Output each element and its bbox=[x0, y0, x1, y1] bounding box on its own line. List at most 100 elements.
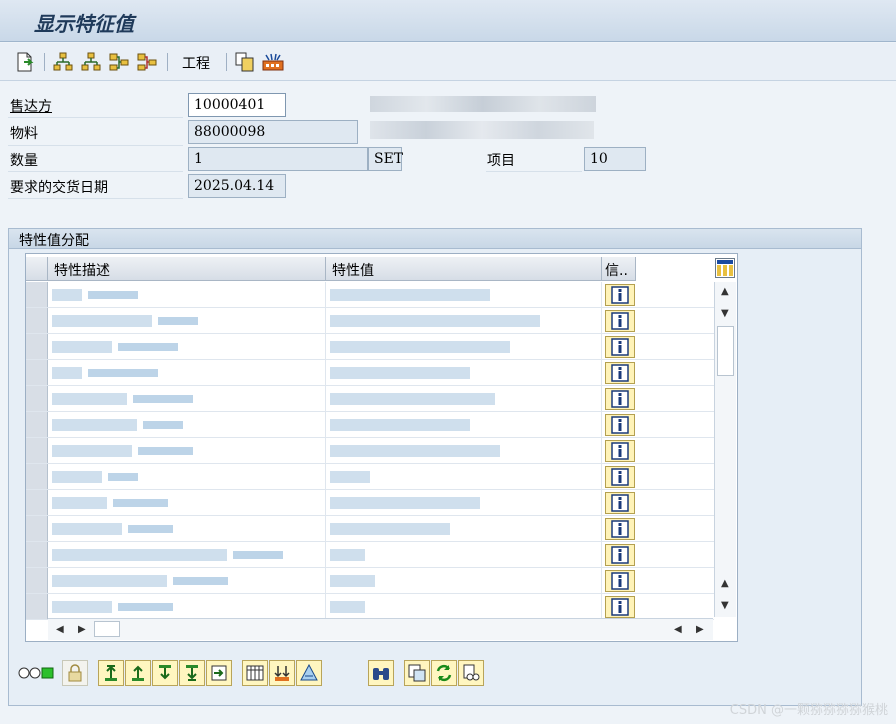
item-field: 10 bbox=[584, 147, 646, 171]
select-all-column[interactable] bbox=[26, 257, 48, 281]
scroll-down-icon[interactable]: ▼ bbox=[721, 308, 729, 319]
select-all-icon[interactable] bbox=[242, 660, 268, 686]
refresh-icon[interactable] bbox=[431, 660, 457, 686]
scroll-thumb[interactable] bbox=[717, 326, 734, 376]
row-selector[interactable] bbox=[26, 308, 48, 333]
column-header-info[interactable]: 信.. bbox=[602, 257, 636, 281]
characteristic-description-cell bbox=[48, 516, 326, 541]
info-icon[interactable] bbox=[605, 388, 635, 410]
scroll-up-icon[interactable]: ▲ bbox=[721, 286, 729, 297]
vertical-scrollbar[interactable]: ▲ ▼ ▲ ▼ bbox=[714, 282, 736, 617]
row-selector[interactable] bbox=[26, 386, 48, 411]
characteristic-description-cell bbox=[48, 412, 326, 437]
table-row[interactable] bbox=[26, 464, 714, 490]
scroll-right-end-icon[interactable]: ▶ bbox=[696, 624, 704, 635]
info-icon[interactable] bbox=[605, 596, 635, 618]
row-selector[interactable] bbox=[26, 594, 48, 619]
row-selector[interactable] bbox=[26, 568, 48, 593]
document-export-icon[interactable] bbox=[14, 51, 36, 73]
info-icon[interactable] bbox=[605, 284, 635, 306]
print-preview-icon[interactable] bbox=[458, 660, 484, 686]
characteristic-value-cell bbox=[326, 334, 602, 359]
characteristic-value-cell bbox=[326, 594, 602, 619]
table-row[interactable] bbox=[26, 542, 714, 568]
sold-to-field[interactable]: 10000401 bbox=[188, 93, 286, 117]
table-header: 特性描述 特性值 信.. bbox=[26, 257, 714, 281]
column-settings-icon[interactable] bbox=[715, 258, 735, 278]
table-row[interactable] bbox=[26, 308, 714, 334]
characteristic-description-cell bbox=[48, 594, 326, 619]
copy-icon[interactable] bbox=[234, 51, 256, 73]
column-header-value[interactable]: 特性值 bbox=[326, 257, 602, 281]
quantity-field: 1 bbox=[188, 147, 368, 171]
info-icon[interactable] bbox=[605, 466, 635, 488]
move-bottom-icon[interactable] bbox=[179, 660, 205, 686]
filter-icon[interactable] bbox=[296, 660, 322, 686]
sort-icon[interactable] bbox=[269, 660, 295, 686]
row-selector[interactable] bbox=[26, 516, 48, 541]
table-row[interactable] bbox=[26, 594, 714, 620]
info-icon[interactable] bbox=[605, 414, 635, 436]
row-selector[interactable] bbox=[26, 334, 48, 359]
table-row[interactable] bbox=[26, 386, 714, 412]
engineering-button[interactable]: 工程 bbox=[182, 53, 210, 73]
table-row[interactable] bbox=[26, 334, 714, 360]
table-row[interactable] bbox=[26, 516, 714, 542]
watermark: CSDN @一颗猕猕猕猕猴桃 bbox=[729, 703, 888, 718]
row-selector[interactable] bbox=[26, 490, 48, 515]
scroll-left-icon[interactable]: ◀ bbox=[56, 624, 64, 635]
characteristic-value-cell bbox=[326, 542, 602, 567]
lock-icon[interactable] bbox=[62, 660, 88, 686]
table-row[interactable] bbox=[26, 360, 714, 386]
row-selector[interactable] bbox=[26, 438, 48, 463]
scroll-left-end-icon[interactable]: ◀ bbox=[674, 624, 682, 635]
move-down-icon[interactable] bbox=[152, 660, 178, 686]
scroll-right-icon[interactable]: ▶ bbox=[78, 624, 86, 635]
find-icon[interactable] bbox=[368, 660, 394, 686]
info-icon[interactable] bbox=[605, 570, 635, 592]
info-icon[interactable] bbox=[605, 362, 635, 384]
table-row[interactable] bbox=[26, 412, 714, 438]
info-icon[interactable] bbox=[605, 310, 635, 332]
characteristic-description-cell bbox=[48, 568, 326, 593]
row-selector[interactable] bbox=[26, 282, 48, 307]
info-icon[interactable] bbox=[605, 544, 635, 566]
characteristic-description-cell bbox=[48, 542, 326, 567]
characteristic-value-cell bbox=[326, 308, 602, 333]
page-up-icon[interactable]: ▲ bbox=[721, 578, 729, 589]
characteristic-description-cell bbox=[48, 438, 326, 463]
info-icon[interactable] bbox=[605, 336, 635, 358]
quantity-label: 数量 bbox=[10, 153, 38, 169]
row-selector[interactable] bbox=[26, 542, 48, 567]
move-up-icon[interactable] bbox=[125, 660, 151, 686]
delivery-date-label: 要求的交货日期 bbox=[10, 180, 108, 196]
table-row[interactable] bbox=[26, 568, 714, 594]
table-row[interactable] bbox=[26, 438, 714, 464]
row-selector[interactable] bbox=[26, 464, 48, 489]
info-icon[interactable] bbox=[605, 440, 635, 462]
hscroll-thumb[interactable] bbox=[94, 621, 120, 637]
page-down-icon[interactable]: ▼ bbox=[721, 600, 729, 611]
row-selector[interactable] bbox=[26, 360, 48, 385]
structure-expand-icon[interactable] bbox=[108, 51, 130, 73]
move-to-position-icon[interactable] bbox=[206, 660, 232, 686]
details-icon[interactable] bbox=[404, 660, 430, 686]
info-icon[interactable] bbox=[605, 518, 635, 540]
hierarchy-icon-1[interactable] bbox=[52, 51, 74, 73]
row-selector[interactable] bbox=[26, 412, 48, 437]
configuration-icon[interactable] bbox=[262, 51, 284, 73]
column-header-description[interactable]: 特性描述 bbox=[48, 257, 326, 281]
characteristic-value-cell bbox=[326, 386, 602, 411]
hierarchy-icon-2[interactable] bbox=[80, 51, 102, 73]
table-row[interactable] bbox=[26, 282, 714, 308]
item-label: 项目 bbox=[487, 153, 515, 169]
move-top-icon[interactable] bbox=[98, 660, 124, 686]
material-label: 物料 bbox=[10, 126, 38, 142]
characteristic-value-cell bbox=[326, 282, 602, 307]
application-toolbar: 工程 bbox=[0, 43, 896, 81]
horizontal-scrollbar[interactable]: ◀ ▶ ◀ ▶ bbox=[48, 618, 713, 640]
sold-to-label: 售达方 bbox=[10, 99, 52, 115]
table-row[interactable] bbox=[26, 490, 714, 516]
structure-collapse-icon[interactable] bbox=[136, 51, 158, 73]
info-icon[interactable] bbox=[605, 492, 635, 514]
